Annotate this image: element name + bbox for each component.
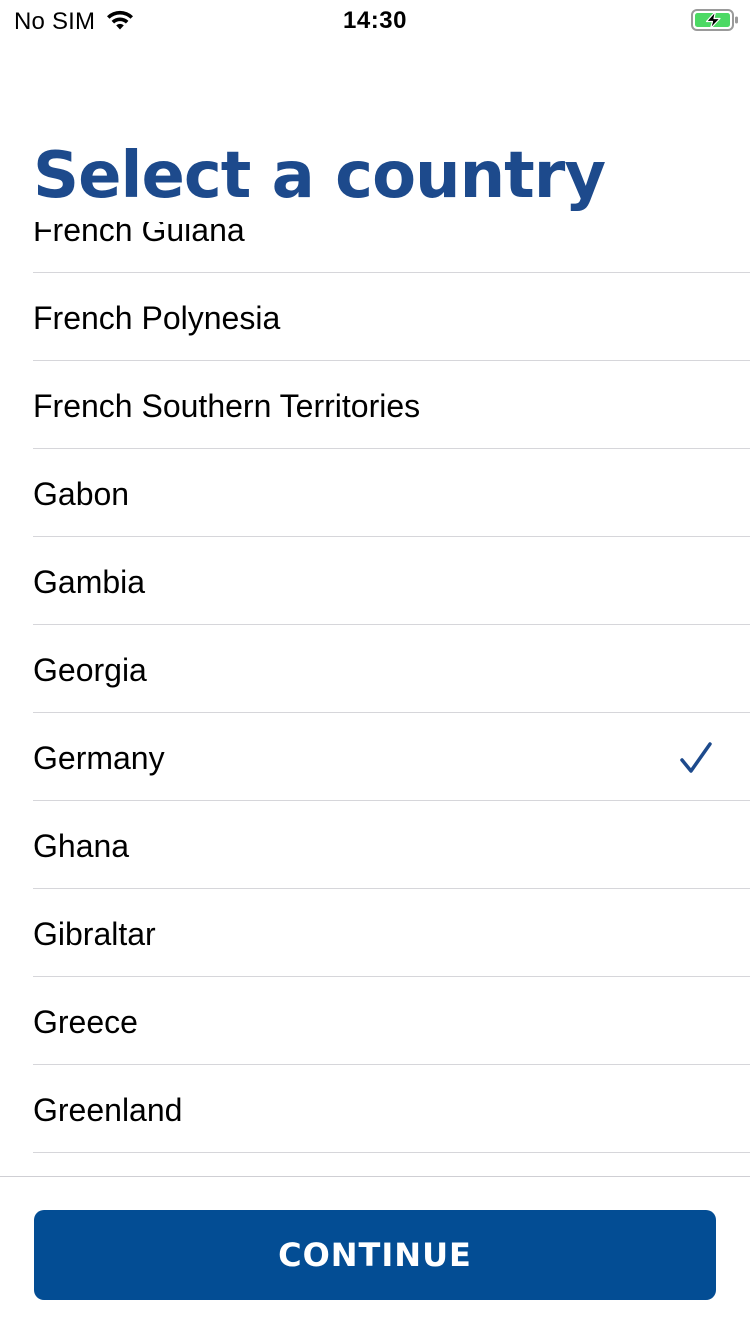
- country-name: French Guiana: [33, 222, 245, 248]
- country-name: Gibraltar: [33, 916, 156, 952]
- country-list-item[interactable]: French Polynesia: [33, 273, 750, 361]
- country-list-item[interactable]: Gambia: [33, 537, 750, 625]
- country-list-item[interactable]: Gibraltar: [33, 889, 750, 977]
- country-name: Greenland: [33, 1092, 183, 1128]
- checkmark-icon: [680, 742, 712, 773]
- country-name: Greece: [33, 1004, 138, 1040]
- country-name: Gambia: [33, 564, 146, 600]
- battery-charging-icon: [691, 9, 738, 31]
- country-list-item[interactable]: Greece: [33, 977, 750, 1065]
- page-title: Select a country: [33, 139, 606, 213]
- country-list-item[interactable]: Gabon: [33, 449, 750, 537]
- country-list-item[interactable]: Germany: [33, 713, 750, 801]
- country-list-item[interactable]: French Southern Territories: [33, 361, 750, 449]
- country-list-item[interactable]: French Guiana: [33, 222, 750, 273]
- country-name: Gabon: [33, 476, 130, 512]
- country-list-item[interactable]: Greenland: [33, 1065, 750, 1153]
- country-name: French Southern Territories: [33, 388, 421, 424]
- country-list-item[interactable]: Georgia: [33, 625, 750, 713]
- country-list: French Guiana French Polynesia French Sout…: [0, 222, 750, 1153]
- country-name: Ghana: [33, 828, 130, 864]
- country-list-scroll-area[interactable]: French Guiana French Polynesia French Sout…: [0, 222, 750, 1177]
- status-bar: No SIM 14:30: [0, 0, 750, 40]
- clock: 14:30: [343, 7, 407, 34]
- country-name: French Polynesia: [33, 300, 281, 336]
- country-list-item[interactable]: Ghana: [33, 801, 750, 889]
- country-name: Georgia: [33, 652, 147, 688]
- country-name: Germany: [33, 740, 165, 776]
- continue-button[interactable]: CONTINUE: [34, 1210, 716, 1300]
